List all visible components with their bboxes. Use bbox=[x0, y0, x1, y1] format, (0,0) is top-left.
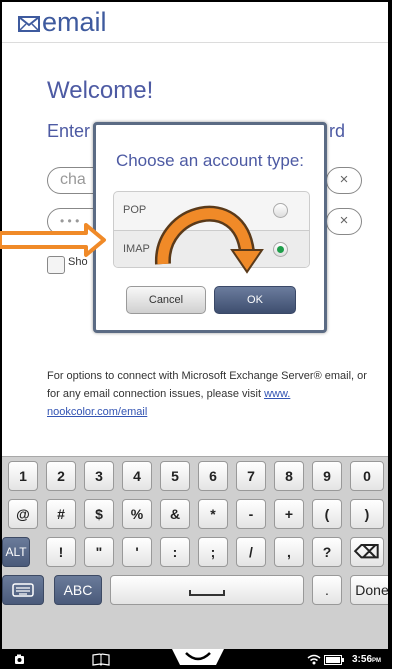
show-password-label: Sho bbox=[68, 256, 88, 268]
key-single-quote[interactable]: ' bbox=[122, 537, 152, 567]
key-1[interactable]: 1 bbox=[8, 461, 38, 491]
account-type-options: POP IMAP bbox=[113, 191, 310, 268]
app-header: email bbox=[2, 2, 388, 43]
dialog-title: Choose an account type: bbox=[115, 151, 305, 170]
enter-instructions: Enter bbox=[47, 121, 91, 141]
library-icon[interactable] bbox=[92, 653, 110, 666]
keyboard-row-bottom: ABC . Done bbox=[2, 571, 388, 609]
exchange-info-text: For options to connect with Microsoft Ex… bbox=[47, 367, 372, 421]
space-icon bbox=[189, 590, 225, 596]
keyboard-row-symbols: @ # $ % & * - + ( ) bbox=[2, 495, 388, 533]
key-4[interactable]: 4 bbox=[122, 461, 152, 491]
camera-icon bbox=[15, 654, 24, 664]
keyboard-settings-key[interactable] bbox=[2, 575, 44, 605]
show-password-checkbox[interactable] bbox=[47, 256, 65, 274]
status-bar: 3:56PM bbox=[2, 649, 388, 667]
key-minus[interactable]: - bbox=[236, 499, 266, 529]
info-text: For options to connect with Microsoft Ex… bbox=[47, 370, 367, 400]
option-imap-label: IMAP bbox=[123, 243, 150, 255]
key-9[interactable]: 9 bbox=[312, 461, 342, 491]
option-imap[interactable]: IMAP bbox=[114, 231, 309, 267]
key-at[interactable]: @ bbox=[8, 499, 38, 529]
radio-selected-icon[interactable] bbox=[273, 242, 288, 257]
key-5[interactable]: 5 bbox=[160, 461, 190, 491]
key-colon[interactable]: : bbox=[160, 537, 190, 567]
key-0[interactable]: 0 bbox=[350, 461, 384, 491]
keyboard-row-punctuation: ALT ! " ' : ; / , ? ⌫ bbox=[2, 533, 388, 571]
password-field-value: • • • bbox=[60, 214, 80, 228]
key-ampersand[interactable]: & bbox=[160, 499, 190, 529]
key-open-paren[interactable]: ( bbox=[312, 499, 342, 529]
key-6[interactable]: 6 bbox=[198, 461, 228, 491]
key-plus[interactable]: + bbox=[274, 499, 304, 529]
key-2[interactable]: 2 bbox=[46, 461, 76, 491]
key-8[interactable]: 8 bbox=[274, 461, 304, 491]
account-type-dialog: Choose an account type: POP IMAP Cancel … bbox=[93, 122, 327, 333]
app-title: email bbox=[42, 7, 107, 37]
cancel-button[interactable]: Cancel bbox=[126, 286, 206, 314]
nook-home-icon[interactable] bbox=[172, 649, 224, 665]
key-hash[interactable]: # bbox=[46, 499, 76, 529]
key-double-quote[interactable]: " bbox=[84, 537, 114, 567]
email-field-value: cha bbox=[60, 171, 86, 188]
keyboard-icon bbox=[12, 583, 34, 597]
key-done[interactable]: Done bbox=[350, 575, 388, 605]
key-abc[interactable]: ABC bbox=[54, 575, 102, 605]
keyboard-row-numbers: 1 2 3 4 5 6 7 8 9 0 bbox=[2, 457, 388, 495]
option-pop-label: POP bbox=[123, 204, 147, 216]
clock: 3:56PM bbox=[352, 654, 381, 665]
key-period[interactable]: . bbox=[312, 575, 342, 605]
clock-time: 3:56 bbox=[352, 654, 373, 665]
key-comma[interactable]: , bbox=[274, 537, 304, 567]
option-pop[interactable]: POP bbox=[114, 192, 309, 230]
email-clear-button[interactable]: × bbox=[326, 167, 362, 194]
header-divider bbox=[2, 42, 388, 43]
wifi-icon bbox=[307, 654, 321, 665]
key-question[interactable]: ? bbox=[312, 537, 342, 567]
clear-icon: × bbox=[339, 212, 349, 229]
battery-icon bbox=[324, 655, 344, 665]
key-slash[interactable]: / bbox=[236, 537, 266, 567]
clock-ampm: PM bbox=[372, 658, 382, 664]
key-asterisk[interactable]: * bbox=[198, 499, 228, 529]
key-percent[interactable]: % bbox=[122, 499, 152, 529]
key-7[interactable]: 7 bbox=[236, 461, 266, 491]
key-close-paren[interactable]: ) bbox=[350, 499, 384, 529]
key-exclamation[interactable]: ! bbox=[46, 537, 76, 567]
clear-icon: × bbox=[339, 171, 349, 188]
backspace-icon[interactable]: ⌫ bbox=[350, 537, 384, 567]
key-alt[interactable]: ALT bbox=[2, 537, 30, 567]
welcome-heading: Welcome! bbox=[47, 77, 154, 104]
key-3[interactable]: 3 bbox=[84, 461, 114, 491]
ok-button[interactable]: OK bbox=[214, 286, 296, 314]
app-screen: email Welcome! Enter rd cha × • • • × Sh… bbox=[0, 0, 392, 669]
key-dollar[interactable]: $ bbox=[84, 499, 114, 529]
envelope-icon bbox=[18, 16, 40, 32]
key-space[interactable] bbox=[110, 575, 304, 605]
password-clear-button[interactable]: × bbox=[326, 208, 362, 235]
key-semicolon[interactable]: ; bbox=[198, 537, 228, 567]
radio-unselected-icon[interactable] bbox=[273, 203, 288, 218]
enter-instructions-tail: rd bbox=[329, 121, 346, 141]
onscreen-keyboard: 1 2 3 4 5 6 7 8 9 0 @ # $ % & * - + ( ) … bbox=[2, 456, 388, 650]
